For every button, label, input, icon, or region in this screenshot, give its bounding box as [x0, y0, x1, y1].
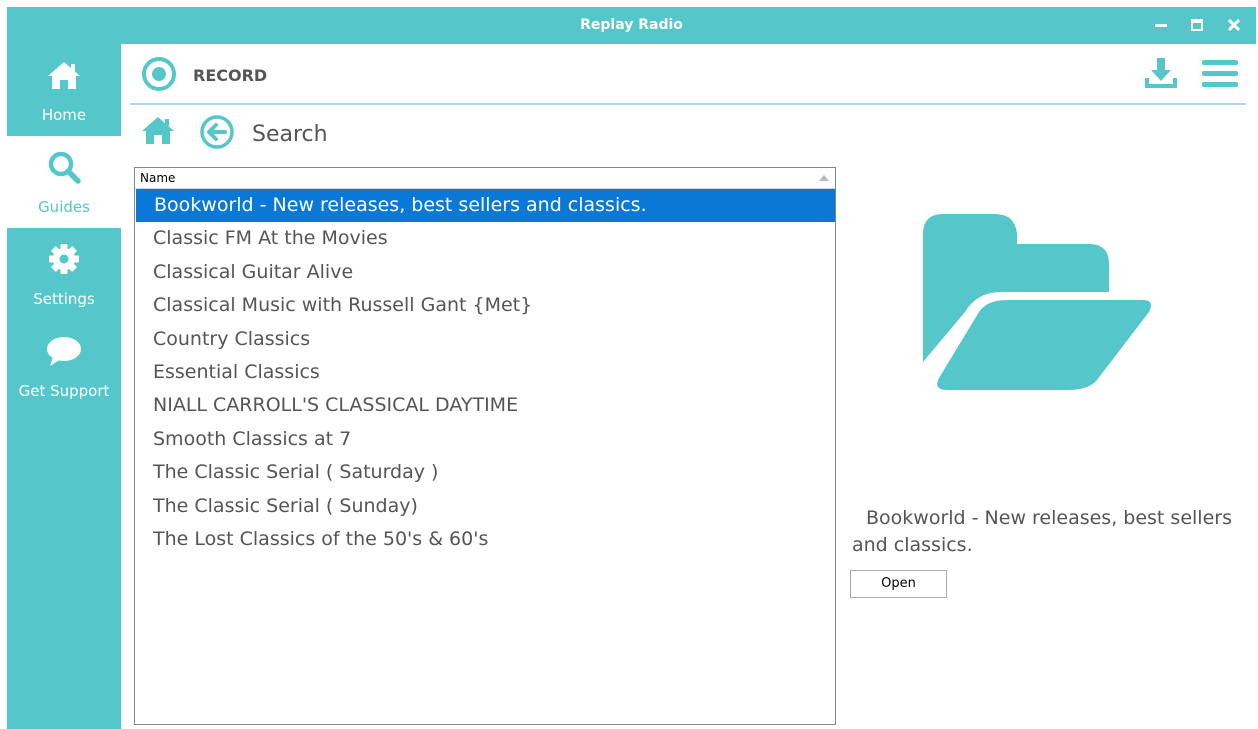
search-icon: [48, 151, 81, 184]
list-item[interactable]: The Classic Serial ( Saturday ): [135, 456, 835, 489]
list-item[interactable]: Classic FM At the Movies: [135, 222, 835, 255]
close-icon: [1228, 19, 1240, 31]
maximize-button[interactable]: [1184, 13, 1210, 37]
sidebar: Home Guides Settings Get Support: [7, 44, 121, 729]
list-item[interactable]: Essential Classics: [135, 356, 835, 389]
chat-bubble-icon: [47, 337, 81, 366]
sidebar-item-label: Settings: [33, 290, 95, 308]
app-window: Replay Radio Home Guides Settings Get Su…: [7, 7, 1256, 729]
minimize-button[interactable]: [1148, 13, 1174, 37]
record-label: RECORD: [193, 66, 268, 85]
open-button[interactable]: Open: [850, 570, 947, 598]
back-arrow-icon[interactable]: [200, 115, 234, 149]
list-item[interactable]: The Lost Classics of the 50's & 60's: [135, 523, 835, 556]
download-icon[interactable]: [1143, 56, 1179, 90]
home-icon[interactable]: [141, 115, 175, 145]
window-title: Replay Radio: [580, 17, 683, 33]
sidebar-item-label: Home: [41, 106, 87, 124]
breadcrumb-label: Search: [252, 122, 328, 147]
close-button[interactable]: [1221, 13, 1247, 37]
list-item[interactable]: Country Classics: [135, 323, 835, 356]
list-item[interactable]: Bookworld - New releases, best sellers a…: [136, 189, 835, 223]
list-item[interactable]: NIALL CARROLL'S CLASSICAL DAYTIME: [135, 389, 835, 422]
results-list[interactable]: Name Bookworld - New releases, best sell…: [134, 167, 836, 725]
minimize-icon: [1155, 24, 1167, 27]
column-header-name[interactable]: Name: [135, 168, 835, 189]
list-item[interactable]: Smooth Classics at 7: [135, 423, 835, 456]
title-bar: Replay Radio: [7, 7, 1256, 44]
record-icon: [142, 57, 176, 91]
list-item[interactable]: The Classic Serial ( Sunday): [135, 490, 835, 523]
sidebar-item-home[interactable]: Home: [7, 44, 121, 136]
list-item[interactable]: Classical Music with Russell Gant {Met}: [135, 289, 835, 322]
maximize-icon: [1191, 19, 1203, 31]
gear-icon: [49, 244, 79, 274]
column-header-label: Name: [140, 171, 176, 185]
list-item[interactable]: Classical Guitar Alive: [135, 256, 835, 289]
sort-ascending-icon: [819, 175, 829, 181]
sidebar-item-get-support[interactable]: Get Support: [7, 320, 121, 412]
sidebar-item-guides[interactable]: Guides: [7, 136, 121, 228]
open-folder-icon: [923, 214, 1151, 390]
sidebar-item-label: Guides: [38, 198, 90, 216]
toolbar: RECORD: [130, 44, 1246, 106]
sidebar-item-label: Get Support: [18, 382, 110, 400]
sidebar-item-settings[interactable]: Settings: [7, 228, 121, 320]
home-icon: [48, 62, 80, 89]
hamburger-menu-icon[interactable]: [1202, 58, 1238, 90]
header-divider: [130, 103, 1246, 105]
selected-item-description: Bookworld - New releases, best sellers a…: [852, 507, 1232, 556]
